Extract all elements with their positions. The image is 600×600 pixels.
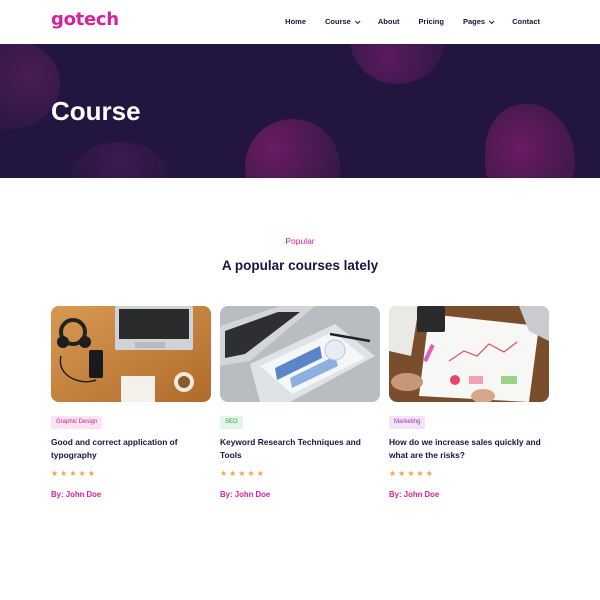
course-title[interactable]: Keyword Research Techniques and Tools bbox=[220, 436, 380, 461]
star-icon: ★ bbox=[229, 469, 237, 478]
course-image[interactable] bbox=[51, 306, 211, 402]
nav-label: Contact bbox=[512, 17, 540, 26]
logo[interactable]: gotech bbox=[51, 9, 119, 30]
category-badge[interactable]: Marketing bbox=[389, 416, 426, 429]
decorative-blob bbox=[245, 119, 340, 178]
nav-label: Pages bbox=[462, 17, 486, 26]
star-icon: ★ bbox=[425, 469, 433, 478]
star-icon: ★ bbox=[87, 469, 95, 478]
star-icon: ★ bbox=[60, 469, 68, 478]
nav-item-home[interactable]: Home bbox=[285, 17, 306, 26]
nav-item-about[interactable]: About bbox=[378, 17, 400, 26]
star-icon: ★ bbox=[256, 469, 264, 478]
course-title[interactable]: How do we increase sales quickly and wha… bbox=[389, 436, 549, 461]
chevron-down-icon bbox=[488, 17, 495, 24]
star-icon: ★ bbox=[389, 469, 397, 478]
course-author: By: John Doe bbox=[389, 490, 440, 499]
star-icon: ★ bbox=[51, 469, 59, 478]
star-icon: ★ bbox=[238, 469, 246, 478]
rating-stars: ★ ★ ★ ★ ★ bbox=[389, 470, 433, 478]
star-icon: ★ bbox=[407, 469, 415, 478]
course-card[interactable]: Graphic Design Good and correct applicat… bbox=[51, 306, 211, 499]
nav-label: Course bbox=[325, 17, 351, 26]
nav-label: About bbox=[377, 17, 400, 26]
nav-item-contact[interactable]: Contact bbox=[512, 17, 540, 26]
category-badge[interactable]: Graphic Design bbox=[51, 416, 103, 429]
nav-label: Pricing bbox=[418, 17, 444, 26]
star-icon: ★ bbox=[220, 469, 228, 478]
rating-stars: ★ ★ ★ ★ ★ bbox=[220, 470, 264, 478]
star-icon: ★ bbox=[416, 469, 424, 478]
star-icon: ★ bbox=[247, 469, 255, 478]
star-icon: ★ bbox=[69, 469, 77, 478]
nav-label: Home bbox=[285, 17, 307, 26]
main-nav: Home Course About Pricing Pages Contact bbox=[266, 17, 540, 26]
page-hero: Course bbox=[0, 44, 600, 178]
nav-item-course[interactable]: Course bbox=[325, 17, 361, 26]
section-title: A popular courses lately bbox=[221, 258, 379, 273]
section-eyebrow: Popular bbox=[285, 236, 315, 246]
star-icon: ★ bbox=[78, 469, 86, 478]
course-card[interactable]: SEO Keyword Research Techniques and Tool… bbox=[220, 306, 380, 499]
chevron-down-icon bbox=[354, 17, 361, 24]
page-title: Course bbox=[51, 96, 141, 126]
course-title[interactable]: Good and correct application of typograp… bbox=[51, 436, 211, 461]
course-image[interactable] bbox=[389, 306, 549, 402]
decorative-blob bbox=[70, 142, 170, 178]
star-icon: ★ bbox=[398, 469, 406, 478]
nav-item-pages[interactable]: Pages bbox=[462, 17, 495, 26]
course-card[interactable]: Marketing How do we increase sales quick… bbox=[389, 306, 549, 499]
decorative-blob bbox=[485, 104, 575, 178]
nav-item-pricing[interactable]: Pricing bbox=[419, 17, 444, 26]
category-badge[interactable]: SEO bbox=[220, 416, 243, 429]
course-image[interactable] bbox=[220, 306, 380, 402]
course-author: By: John Doe bbox=[220, 490, 271, 499]
rating-stars: ★ ★ ★ ★ ★ bbox=[51, 470, 95, 478]
course-author: By: John Doe bbox=[51, 490, 102, 499]
decorative-blob bbox=[350, 44, 445, 84]
site-header: gotech Home Course About Pricing Pages C… bbox=[0, 0, 600, 44]
